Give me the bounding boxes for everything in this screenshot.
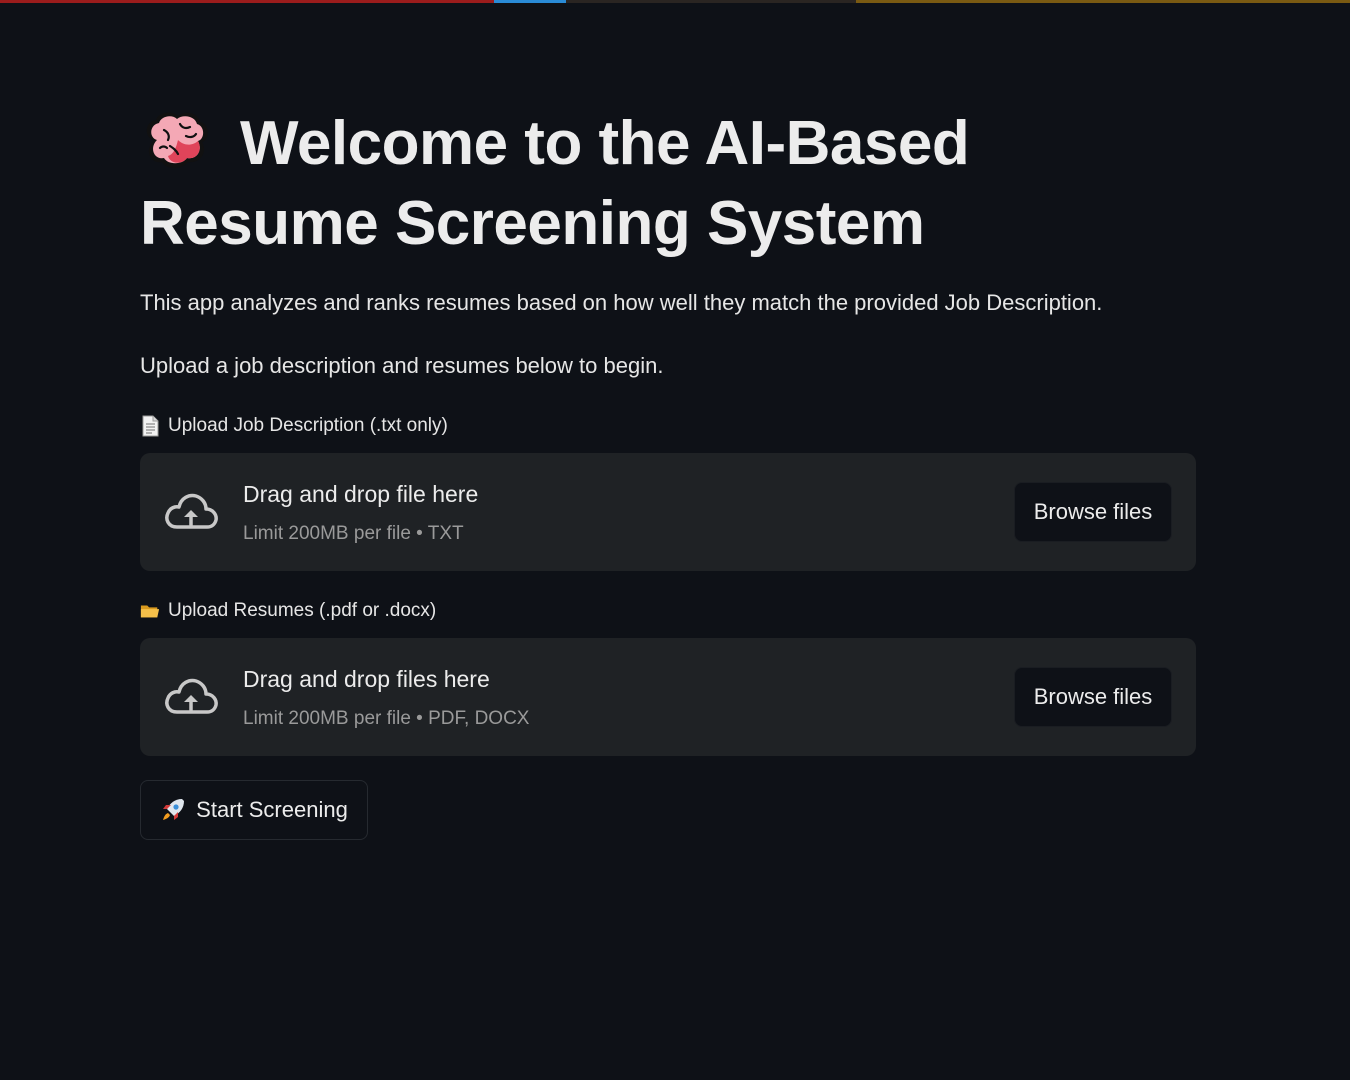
top-bar-segment bbox=[566, 0, 856, 3]
dropzone-limit-text: Limit 200MB per file • TXT bbox=[243, 523, 464, 544]
dropzone-limit-text: Limit 200MB per file • PDF, DOCX bbox=[243, 708, 530, 729]
cloud-upload-icon bbox=[165, 493, 218, 529]
resumes-dropzone[interactable]: Drag and drop files here Limit 200MB per… bbox=[140, 638, 1196, 756]
job-description-dropzone[interactable]: Drag and drop file here Limit 200MB per … bbox=[140, 453, 1196, 571]
resumes-upload-label-text: Upload Resumes (.pdf or .docx) bbox=[168, 600, 437, 621]
browse-files-button[interactable]: Browse files bbox=[1014, 482, 1172, 542]
dropzone-title: Drag and drop files here bbox=[243, 666, 490, 692]
top-bar-segment bbox=[494, 0, 566, 3]
cloud-upload-icon bbox=[165, 678, 218, 714]
start-screening-button[interactable]: Start Screening bbox=[140, 780, 368, 840]
job-description-upload-label-text: Upload Job Description (.txt only) bbox=[168, 415, 448, 436]
top-bar-segment bbox=[856, 0, 1350, 3]
page-title: Welcome to the AI-Based Resume Screening… bbox=[140, 104, 1040, 264]
resumes-upload-label: Upload Resumes (.pdf or .docx) bbox=[140, 600, 436, 622]
app-description: This app analyzes and ranks resumes base… bbox=[140, 290, 1103, 315]
brain-icon bbox=[146, 112, 208, 168]
upload-instruction: Upload a job description and resumes bel… bbox=[140, 353, 664, 378]
rocket-icon bbox=[163, 799, 185, 820]
browse-files-button[interactable]: Browse files bbox=[1014, 667, 1172, 727]
page-title-text: Welcome to the AI-Based Resume Screening… bbox=[140, 109, 970, 258]
folder-icon bbox=[140, 605, 160, 618]
start-screening-label: Start Screening bbox=[196, 797, 348, 822]
page-document-icon bbox=[142, 415, 159, 437]
job-description-upload-label: Upload Job Description (.txt only) bbox=[140, 415, 448, 437]
dropzone-title: Drag and drop file here bbox=[243, 481, 479, 507]
top-decoration-bar bbox=[0, 0, 1350, 3]
top-bar-segment bbox=[0, 0, 494, 3]
